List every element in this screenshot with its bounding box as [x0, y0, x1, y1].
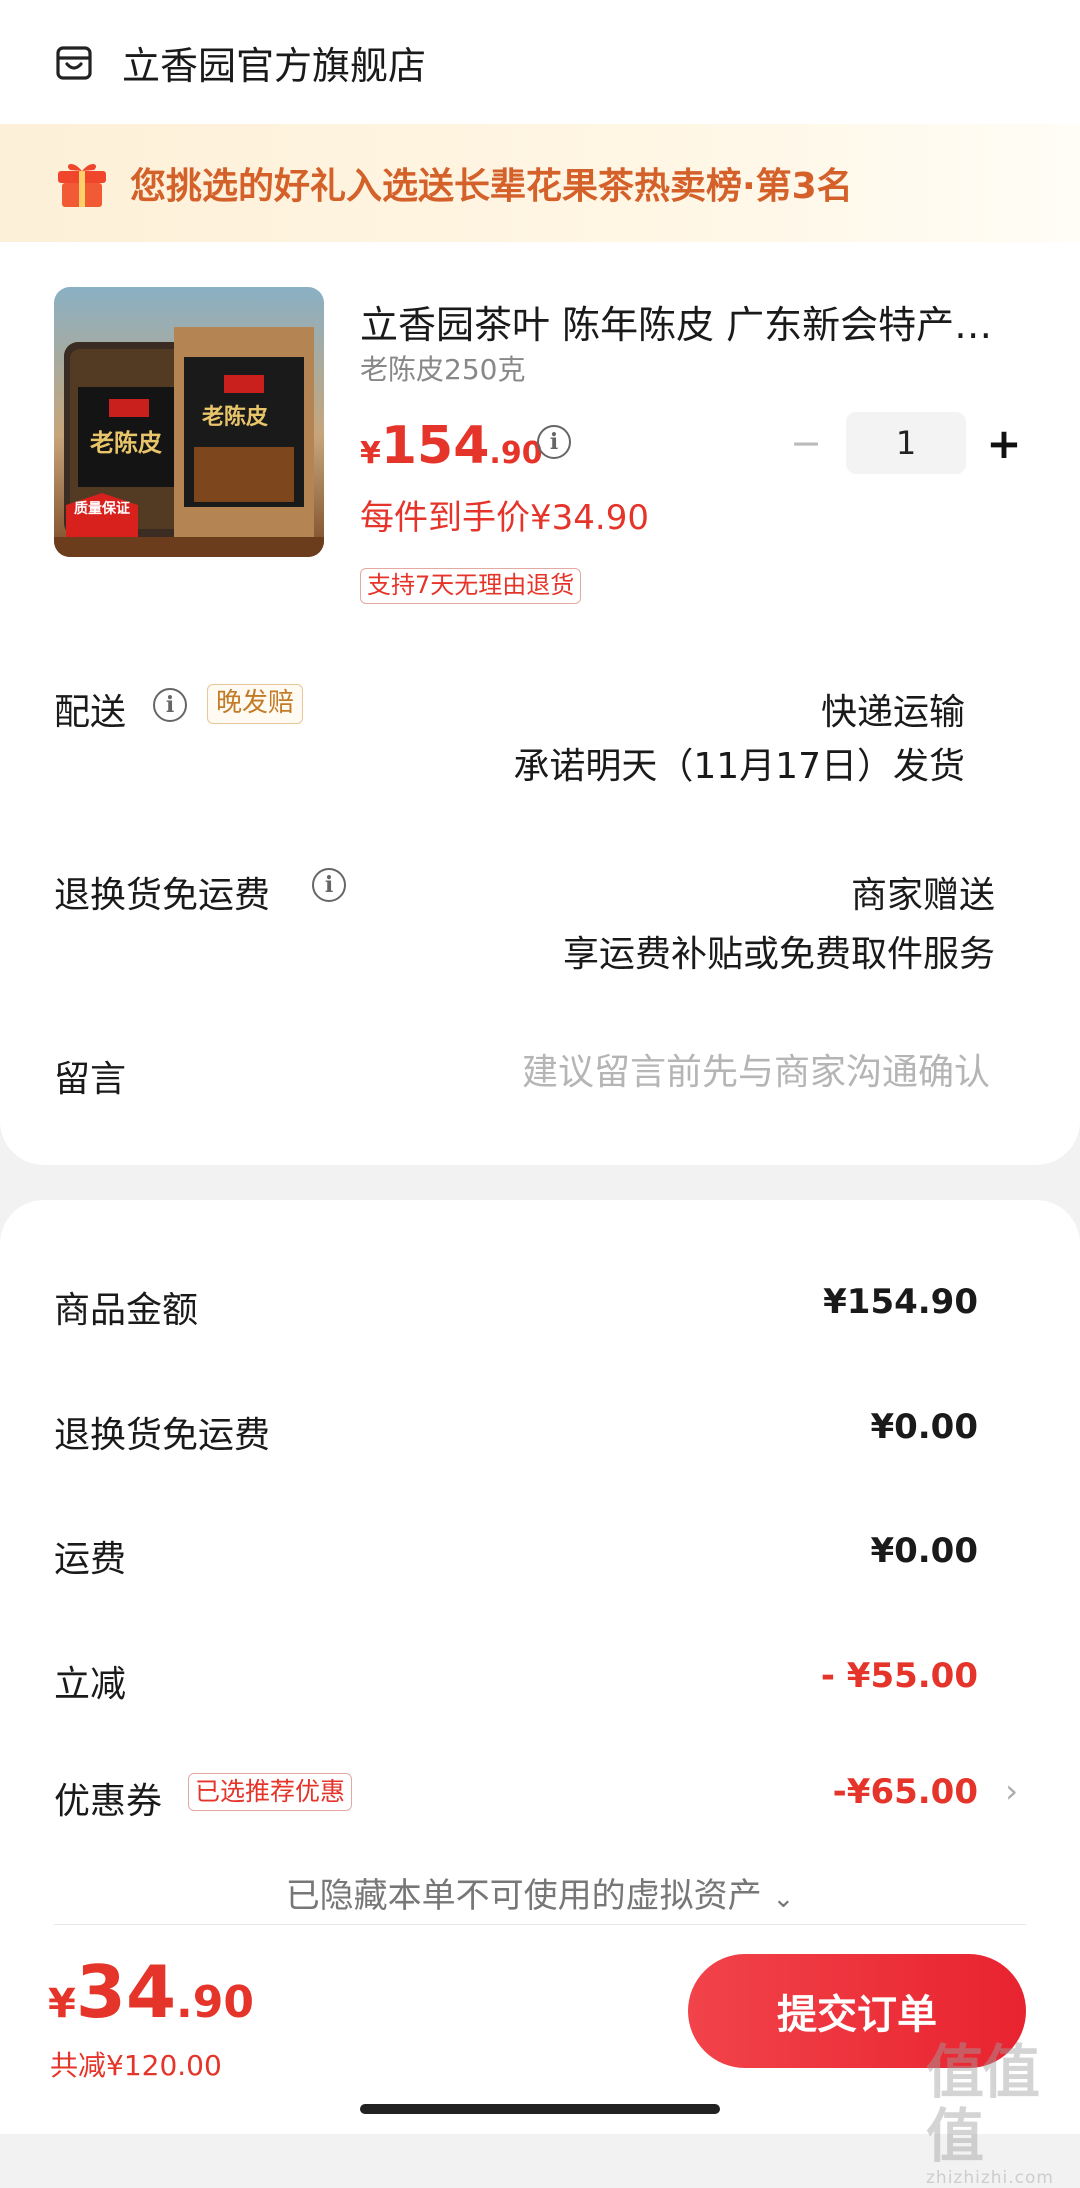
store-icon	[56, 46, 92, 80]
free-return-info-icon[interactable]: i	[312, 868, 346, 902]
product-image-label: 老陈皮	[90, 429, 162, 457]
quantity-minus-button[interactable]: −	[786, 412, 826, 474]
message-label: 留言	[54, 1059, 127, 1100]
price-info-icon[interactable]: i	[537, 425, 571, 459]
price-integer: 154	[380, 416, 490, 476]
product-price: ¥ 154 .90	[360, 416, 543, 476]
chevron-down-icon: ⌄	[772, 1884, 795, 1914]
home-indicator[interactable]	[360, 2104, 720, 2114]
watermark: 值值值 zhizhizhi.com	[926, 2040, 1076, 2188]
chevron-right-icon[interactable]: ›	[1005, 1772, 1018, 1810]
shipping-label: 运费	[54, 1539, 127, 1580]
return-policy-badge: 支持7天无理由退货	[360, 568, 582, 604]
return-fee-label: 退换货免运费	[54, 1415, 271, 1456]
total-price: ¥ 34 .90	[48, 1950, 254, 2034]
unit-final-price: 每件到手价¥34.90	[360, 498, 649, 538]
divider	[54, 1924, 1026, 1925]
watermark-url: zhizhizhi.com	[926, 2168, 1054, 2188]
message-input[interactable]	[430, 1044, 990, 1100]
watermark-glyphs: 值值值	[926, 2038, 1040, 2170]
product-spec[interactable]: 老陈皮250克	[360, 348, 525, 388]
total-decimal: .90	[176, 1977, 254, 2028]
goods-amount-label: 商品金额	[54, 1290, 199, 1331]
total-integer: 34	[75, 1950, 177, 2034]
product-image[interactable]: 老陈皮 老陈皮 质量保证	[54, 287, 324, 557]
goods-amount-value: ¥154.90	[823, 1282, 978, 1322]
delivery-label: 配送	[54, 692, 127, 733]
store-row[interactable]: 立香园官方旗舰店	[54, 38, 426, 88]
coupon-recommended-badge: 已选推荐优惠	[188, 1773, 353, 1811]
promo-text: 您挑选的好礼入选送长辈花果茶热卖榜·第3名	[130, 166, 853, 207]
free-return-label: 退换货免运费	[54, 875, 271, 916]
free-return-value: 商家赠送	[850, 875, 995, 916]
coupon-value[interactable]: -¥65.00	[833, 1772, 978, 1812]
return-fee-value: ¥0.00	[870, 1407, 978, 1447]
promo-banner[interactable]: 您挑选的好礼入选送长辈花果茶热卖榜·第3名	[0, 124, 1080, 242]
price-decimal: .90	[489, 436, 543, 471]
delivery-promise: 承诺明天（11月17日）发货	[513, 746, 965, 787]
product-title[interactable]: 立香园茶叶 陈年陈皮 广东新会特产…	[360, 294, 1000, 349]
quality-badge: 质量保证	[74, 501, 130, 517]
order-item-card: 立香园官方旗舰店 您挑选的好礼入选送长辈花果茶热卖榜·第3名 老陈皮 老陈皮 质…	[0, 0, 1080, 1165]
price-symbol: ¥	[360, 436, 381, 471]
product-image-label-2: 老陈皮	[202, 405, 269, 430]
store-name: 立香园官方旗舰店	[122, 43, 427, 88]
hidden-assets-text: 已隐藏本单不可使用的虚拟资产	[285, 1876, 762, 1916]
coupon-label[interactable]: 优惠券	[54, 1772, 162, 1824]
late-compensation-badge: 晚发赔	[207, 684, 304, 724]
hidden-assets-toggle[interactable]: 已隐藏本单不可使用的虚拟资产 ⌄	[0, 1868, 1080, 1917]
shipping-value: ¥0.00	[870, 1531, 978, 1571]
quantity-stepper: − 1 +	[786, 412, 1024, 474]
instant-discount-value: - ¥55.00	[820, 1656, 978, 1696]
quantity-value[interactable]: 1	[846, 412, 966, 474]
delivery-method[interactable]: 快递运输	[821, 683, 965, 735]
total-symbol: ¥	[48, 1981, 76, 2027]
total-saved[interactable]: 共减¥120.00	[50, 2044, 222, 2084]
quantity-plus-button[interactable]: +	[984, 412, 1024, 474]
gift-icon	[58, 163, 106, 207]
delivery-info-icon[interactable]: i	[153, 688, 187, 722]
instant-discount-label: 立减	[54, 1664, 127, 1705]
free-return-desc: 享运费补贴或免费取件服务	[562, 934, 995, 975]
